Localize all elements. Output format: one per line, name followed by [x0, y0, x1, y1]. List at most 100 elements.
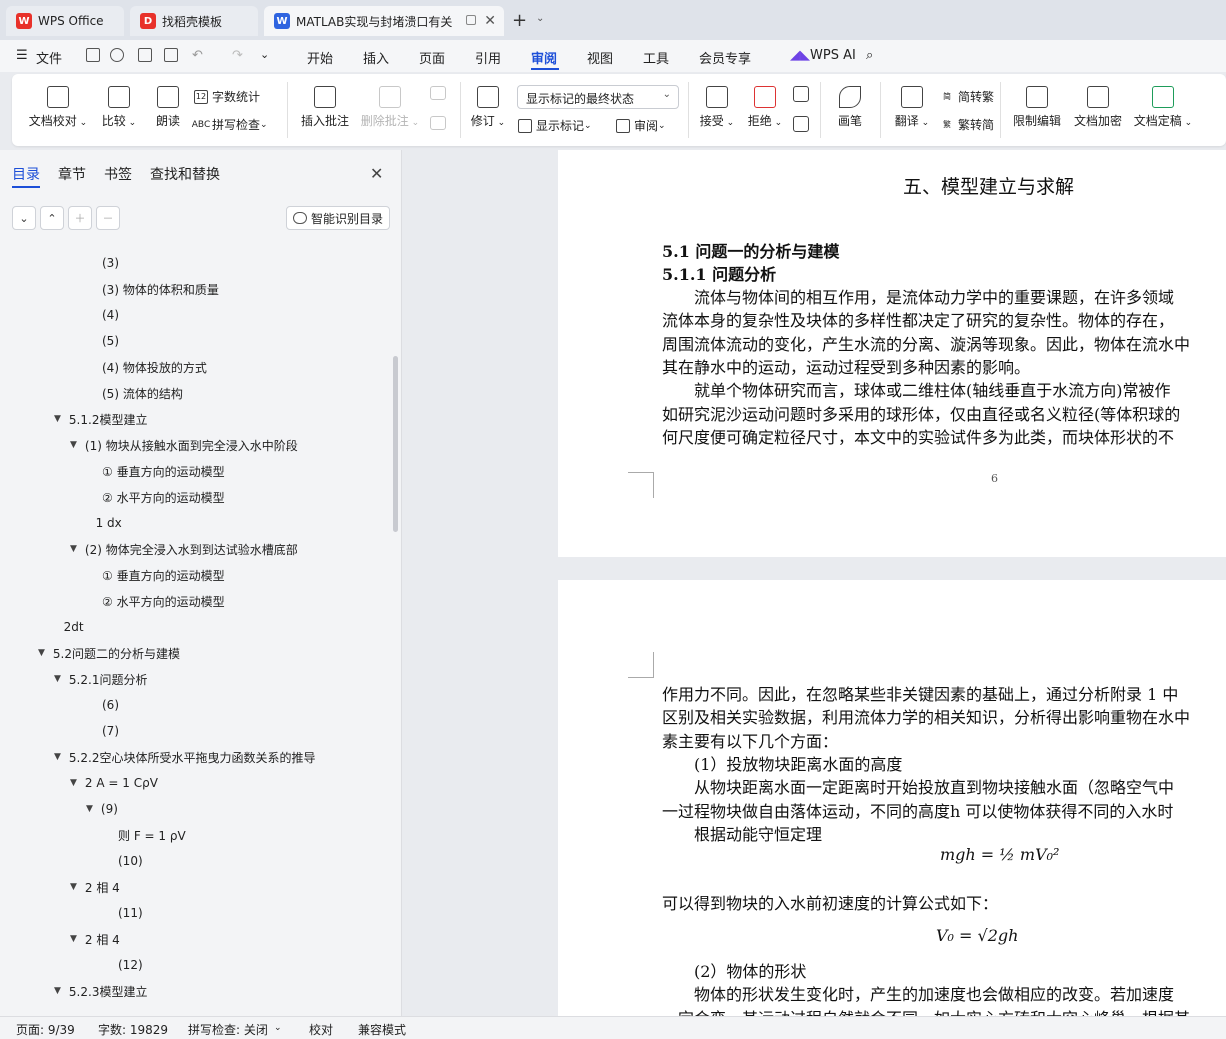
chevron-down-icon[interactable]: ⌄	[274, 1023, 282, 1033]
toc-item[interactable]: 2dt	[64, 616, 84, 638]
toc-scrollbar[interactable]	[393, 356, 398, 532]
expand-arrow-icon[interactable]: ▼	[54, 414, 61, 424]
search-icon[interactable]: ⌕	[866, 48, 873, 63]
menu-item-view[interactable]: 视图	[587, 48, 613, 67]
toc-item[interactable]: ▼ (2) 物体完全浸入水到到达试验水槽底部	[70, 538, 298, 560]
nav-tab-chapters[interactable]: 章节	[58, 164, 86, 184]
toc-item[interactable]: (11)	[118, 902, 143, 924]
toc-item[interactable]: 则 F = 1 ρV	[118, 824, 186, 846]
toc-item[interactable]: ▼ (1) 物块从接触水面到完全浸入水中阶段	[70, 434, 298, 456]
expand-arrow-icon[interactable]: ▼	[54, 986, 61, 996]
menu-item-start[interactable]: 开始	[307, 48, 333, 67]
expand-arrow-icon[interactable]: ▼	[70, 778, 77, 788]
toc-item[interactable]: (4) 物体投放的方式	[102, 356, 207, 378]
chevron-down-icon[interactable]: ⌄	[536, 13, 544, 24]
toc-item[interactable]: ▼ 5.2.3模型建立	[54, 980, 147, 1002]
toc-item[interactable]: (3)	[102, 252, 119, 274]
nav-tab-toc[interactable]: 目录	[12, 164, 40, 184]
tab-wps-office[interactable]: W WPS Office	[6, 6, 124, 36]
new-tab-icon[interactable]: +	[512, 10, 527, 31]
menu-item-page[interactable]: 页面	[419, 48, 445, 67]
toc-item[interactable]: ② 水平方向的运动模型	[102, 590, 225, 612]
add-heading-button[interactable]: ＋	[68, 206, 92, 230]
close-icon[interactable]: ✕	[484, 13, 496, 29]
word-count-button[interactable]: 12 字数统计	[194, 88, 260, 105]
prev-change-button[interactable]	[790, 86, 812, 106]
toc-item[interactable]: ▼ 5.2问题二的分析与建模	[38, 642, 180, 664]
show-markup-button[interactable]: 显示标记 ⌄	[518, 117, 592, 134]
toc-item[interactable]: (10)	[118, 850, 143, 872]
menu-file[interactable]: 文件	[36, 48, 62, 67]
toc-item[interactable]: (3) 物体的体积和质量	[102, 278, 219, 300]
toc-item[interactable]: ▼ 2 相 4	[70, 876, 120, 898]
toc-item[interactable]: (7)	[102, 720, 119, 742]
toc-item[interactable]: ▼ 2 相 4	[70, 928, 120, 950]
chevron-down-icon[interactable]: ⌄	[260, 48, 269, 61]
collapse-down-button[interactable]: ⌄	[12, 206, 36, 230]
menu-item-insert[interactable]: 插入	[363, 48, 389, 67]
save-icon[interactable]	[86, 48, 100, 62]
reject-button[interactable]: 拒绝 ⌄	[744, 86, 786, 129]
toc-item[interactable]: ② 水平方向的运动模型	[102, 486, 225, 508]
toc-item[interactable]: (5) 流体的结构	[102, 382, 183, 404]
expand-arrow-icon[interactable]: ▼	[54, 752, 61, 762]
insert-comment-button[interactable]: 插入批注	[298, 86, 352, 129]
toc-item[interactable]: ① 垂直方向的运动模型	[102, 460, 225, 482]
restrict-edit-button[interactable]: 限制编辑	[1008, 86, 1066, 129]
toc-item[interactable]: ▼ 5.2.1问题分析	[54, 668, 147, 690]
status-words[interactable]: 字数: 19829	[98, 1021, 168, 1038]
proofread-button[interactable]: 文档校对 ⌄	[28, 86, 88, 129]
status-spell[interactable]: 拼写检查: 关闭	[188, 1021, 268, 1038]
menu-item-tools[interactable]: 工具	[643, 48, 669, 67]
expand-arrow-icon[interactable]: ▼	[70, 544, 77, 554]
read-aloud-button[interactable]: 朗读	[148, 86, 188, 129]
expand-arrow-icon[interactable]: ▼	[70, 882, 77, 892]
next-change-button[interactable]	[790, 116, 812, 136]
export-icon[interactable]	[110, 48, 124, 62]
status-proof[interactable]: 校对	[309, 1021, 333, 1038]
to-simplified-button[interactable]: 繁 繁转简	[940, 116, 994, 133]
tab-docer[interactable]: D 找稻壳模板	[130, 6, 258, 36]
document-canvas[interactable]: 五、模型建立与求解 5.1 问题一的分析与建模 5.1.1 问题分析 流体与物体…	[403, 150, 1226, 1016]
menu-item-review[interactable]: 审阅	[531, 48, 557, 67]
smart-toc-button[interactable]: 智能识别目录	[286, 206, 390, 230]
expand-arrow-icon[interactable]: ▼	[86, 804, 93, 814]
finalize-button[interactable]: 文档定稿 ⌄	[1130, 86, 1196, 129]
expand-arrow-icon[interactable]: ▼	[38, 648, 45, 658]
toc-item[interactable]: ① 垂直方向的运动模型	[102, 564, 225, 586]
expand-arrow-icon[interactable]: ▼	[70, 934, 77, 944]
nav-tab-bookmarks[interactable]: 书签	[104, 164, 132, 184]
hamburger-icon[interactable]: ☰	[16, 48, 28, 63]
to-traditional-button[interactable]: 简 简转繁	[940, 88, 994, 105]
menu-wps-ai[interactable]: WPS AI	[810, 48, 856, 63]
review-pane-button[interactable]: 审阅 ⌄	[616, 117, 666, 134]
toc-item[interactable]: ▼ (9)	[86, 798, 118, 820]
ink-button[interactable]: 画笔	[830, 86, 870, 129]
remove-heading-button[interactable]: －	[96, 206, 120, 230]
delete-comment-button[interactable]: 删除批注 ⌄	[358, 86, 422, 129]
compare-button[interactable]: 比较 ⌄	[96, 86, 142, 129]
prev-comment-button[interactable]	[426, 86, 450, 104]
encrypt-button[interactable]: 文档加密	[1070, 86, 1126, 129]
toc-item[interactable]: ▼ 5.2.2空心块体所受水平拖曳力函数关系的推导	[54, 746, 315, 768]
tab-document[interactable]: W MATLAB实现与封堵溃口有关 ✕	[264, 6, 504, 36]
expand-arrow-icon[interactable]: ▼	[70, 440, 77, 450]
track-changes-button[interactable]: 修订 ⌄	[468, 86, 508, 129]
toc-item[interactable]: (4)	[102, 304, 119, 326]
next-comment-button[interactable]	[426, 116, 450, 134]
status-page[interactable]: 页面: 9/39	[16, 1021, 75, 1038]
print-preview-icon[interactable]	[164, 48, 178, 62]
menu-item-reference[interactable]: 引用	[475, 48, 501, 67]
translate-button[interactable]: 翻译 ⌄	[890, 86, 934, 129]
print-icon[interactable]	[138, 48, 152, 62]
toc-item[interactable]: (12)	[118, 954, 143, 976]
expand-arrow-icon[interactable]: ▼	[54, 674, 61, 684]
spell-check-button[interactable]: ABC 拼写检查 ⌄	[192, 116, 268, 133]
toc-item[interactable]: (5)	[102, 330, 119, 352]
window-icon[interactable]	[466, 15, 476, 25]
redo-icon[interactable]: ↷	[232, 48, 243, 63]
toc-item[interactable]: ▼ 5.1.2模型建立	[54, 408, 147, 430]
toc-item[interactable]: (6)	[102, 694, 119, 716]
accept-button[interactable]: 接受 ⌄	[696, 86, 738, 129]
menu-item-member[interactable]: 会员专享	[699, 48, 751, 67]
